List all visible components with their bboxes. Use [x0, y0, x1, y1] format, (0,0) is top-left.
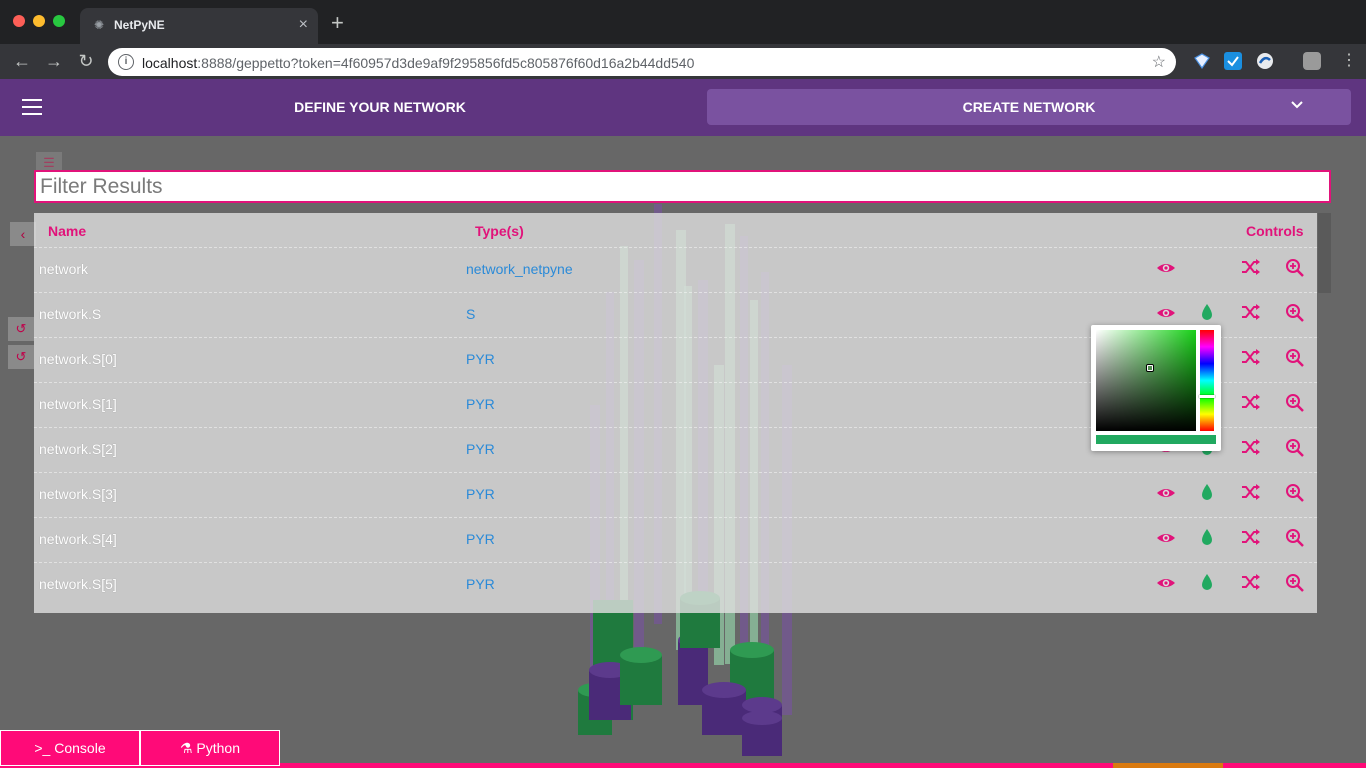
table-row[interactable]: network.S[5] PYR: [34, 562, 1317, 607]
zoom-in-icon[interactable]: [1285, 438, 1307, 460]
shuffle-icon[interactable]: [1241, 573, 1263, 595]
site-info-icon[interactable]: i: [118, 54, 134, 70]
table-row[interactable]: network.S[4] PYR: [34, 517, 1317, 562]
hue-slider-handle[interactable]: [1199, 395, 1215, 398]
color-drop-icon[interactable]: [1200, 303, 1222, 325]
extension-round-icon[interactable]: [1256, 52, 1274, 70]
python-button[interactable]: ⚗ Python: [140, 730, 280, 766]
bookmark-star-icon[interactable]: ☆: [1152, 52, 1166, 72]
hue-slider[interactable]: [1200, 330, 1214, 431]
shuffle-icon[interactable]: [1241, 483, 1263, 505]
zoom-in-icon[interactable]: [1285, 573, 1307, 595]
flask-icon: ⚗: [179, 740, 197, 756]
color-picker[interactable]: [1091, 325, 1221, 451]
shuffle-icon[interactable]: [1241, 258, 1263, 280]
row-type-link[interactable]: PYR: [466, 576, 495, 592]
table-row[interactable]: network.S[3] PYR: [34, 472, 1317, 517]
shuffle-icon[interactable]: [1241, 303, 1263, 325]
row-type-link[interactable]: PYR: [466, 486, 495, 502]
extension-check-icon[interactable]: [1224, 52, 1242, 70]
color-drop-icon[interactable]: [1200, 528, 1222, 550]
eye-icon[interactable]: [1156, 573, 1178, 595]
row-name: network.S: [39, 306, 102, 322]
zoom-in-icon[interactable]: [1285, 348, 1307, 370]
new-tab-icon[interactable]: +: [331, 12, 344, 34]
row-type-link[interactable]: PYR: [466, 351, 495, 367]
browser-tab-title: NetPyNE: [114, 18, 165, 32]
undo-icon[interactable]: ↺: [8, 317, 34, 341]
column-header-types: Type(s): [475, 223, 524, 239]
maximize-window-button[interactable]: [53, 15, 65, 27]
browser-tab-strip: ✺ NetPyNE × +: [0, 0, 1366, 44]
eye-icon[interactable]: [1156, 303, 1178, 325]
row-type-link[interactable]: PYR: [466, 531, 495, 547]
shuffle-icon[interactable]: [1241, 528, 1263, 550]
terminal-icon: >_: [34, 740, 55, 756]
address-url[interactable]: localhost:8888/geppetto?token=4f60957d3d…: [142, 55, 694, 71]
saturation-value-area[interactable]: [1096, 330, 1196, 431]
row-type-link[interactable]: PYR: [466, 441, 495, 457]
profile-avatar[interactable]: [1303, 52, 1321, 70]
eye-icon[interactable]: [1156, 258, 1178, 280]
selected-color-swatch: [1096, 435, 1216, 444]
bottom-bar-highlight: [1113, 763, 1223, 768]
zoom-in-icon[interactable]: [1285, 258, 1307, 280]
extension-shield-icon[interactable]: [1193, 52, 1211, 70]
chevron-left-icon[interactable]: ‹: [10, 222, 36, 246]
row-name: network.S[5]: [39, 576, 117, 592]
color-cursor[interactable]: [1147, 365, 1153, 371]
row-name: network.S[3]: [39, 486, 117, 502]
zoom-in-icon[interactable]: [1285, 393, 1307, 415]
row-type-link[interactable]: S: [466, 306, 475, 322]
close-tab-icon[interactable]: ×: [299, 16, 308, 34]
filter-results-input[interactable]: [34, 170, 1331, 203]
browser-menu-icon[interactable]: ⋮: [1338, 50, 1360, 72]
row-type-link[interactable]: PYR: [466, 396, 495, 412]
table-row[interactable]: network network_netpyne: [34, 247, 1317, 292]
column-header-name: Name: [48, 223, 87, 239]
color-drop-icon[interactable]: [1200, 483, 1222, 505]
eye-icon[interactable]: [1156, 528, 1178, 550]
color-drop-icon[interactable]: [1200, 573, 1222, 595]
forward-icon[interactable]: →: [43, 50, 65, 72]
row-name: network.S[1]: [39, 396, 117, 412]
row-name: network.S[4]: [39, 531, 117, 547]
shuffle-icon[interactable]: [1241, 348, 1263, 370]
close-window-button[interactable]: [13, 15, 25, 27]
minimize-window-button[interactable]: [33, 15, 45, 27]
back-icon[interactable]: ←: [11, 50, 33, 72]
hamburger-menu-icon[interactable]: [22, 99, 42, 115]
tab-define-network[interactable]: DEFINE YOUR NETWORK: [200, 89, 560, 125]
browser-toolbar: ← → ↻ i localhost:8888/geppetto?token=4f…: [0, 44, 1366, 79]
results-scrollbar[interactable]: [1318, 213, 1331, 293]
shuffle-icon[interactable]: [1241, 438, 1263, 460]
row-name: network.S[0]: [39, 351, 117, 367]
chevron-down-icon[interactable]: [1290, 97, 1304, 113]
reload-icon[interactable]: ↻: [75, 50, 97, 72]
app-header: DEFINE YOUR NETWORK CREATE NETWORK: [0, 79, 1366, 136]
column-header-controls: Controls: [1246, 223, 1304, 239]
zoom-in-icon[interactable]: [1285, 303, 1307, 325]
shuffle-icon[interactable]: [1241, 393, 1263, 415]
zoom-in-icon[interactable]: [1285, 528, 1307, 550]
tab-create-network[interactable]: CREATE NETWORK: [707, 89, 1351, 125]
browser-tab[interactable]: ✺ NetPyNE ×: [80, 8, 318, 44]
address-bar[interactable]: i localhost:8888/geppetto?token=4f60957d…: [108, 48, 1176, 76]
row-name: network: [39, 261, 89, 277]
console-button[interactable]: >_ Console: [0, 730, 140, 766]
row-type-link[interactable]: network_netpyne: [466, 261, 573, 277]
eye-icon[interactable]: [1156, 483, 1178, 505]
netpyne-favicon-icon: ✺: [93, 18, 105, 32]
reset-icon[interactable]: ↺: [8, 345, 34, 369]
row-name: network.S[2]: [39, 441, 117, 457]
zoom-in-icon[interactable]: [1285, 483, 1307, 505]
